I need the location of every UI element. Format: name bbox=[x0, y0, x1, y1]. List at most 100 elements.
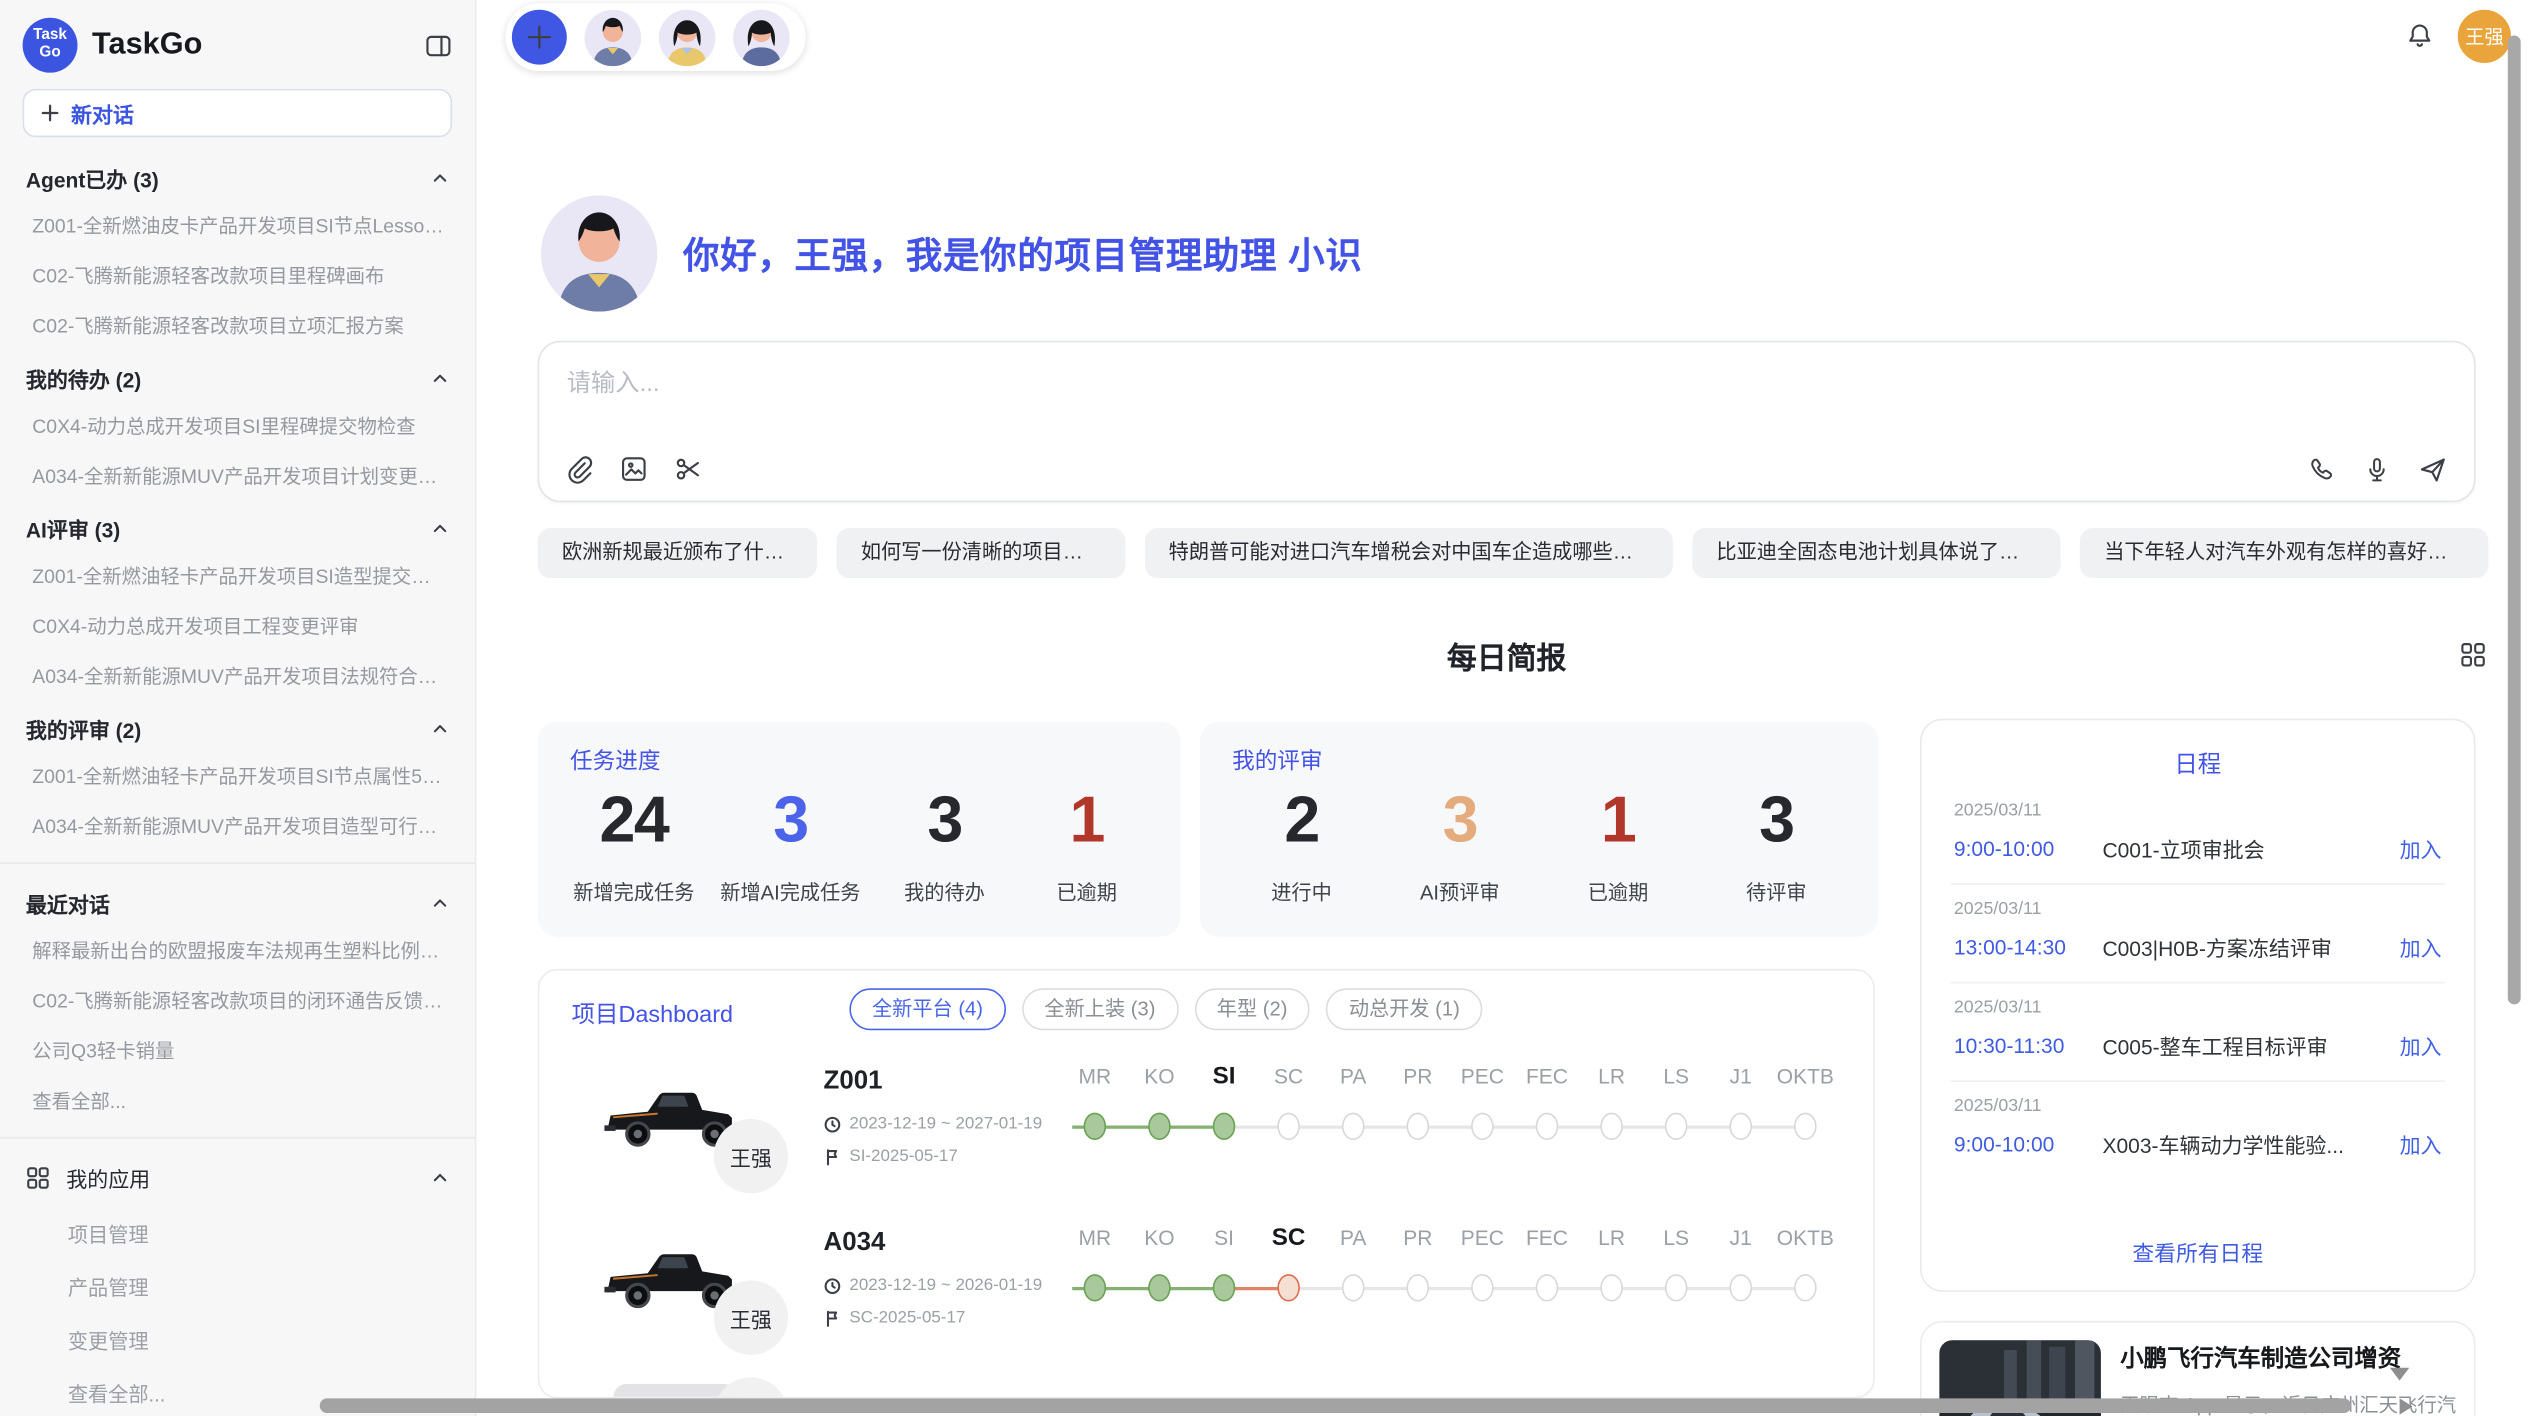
clock-icon bbox=[824, 1115, 842, 1133]
milestone-labels: MRKOSISCPAPRPECFECLRLSJ1OKTB bbox=[1063, 1058, 1870, 1097]
milestone-label: SI bbox=[1192, 1219, 1257, 1258]
divider bbox=[0, 862, 475, 864]
image-icon[interactable] bbox=[618, 454, 649, 485]
sidebar-section-header[interactable]: Agent已办 (3) bbox=[0, 150, 475, 200]
logo-line1: Task bbox=[33, 28, 67, 46]
schedule-name: C001-立项审批会 bbox=[2102, 833, 2386, 864]
member-avatar[interactable] bbox=[585, 9, 642, 66]
suggestion-chip[interactable]: 欧洲新规最近颁布了什么? bbox=[538, 528, 818, 578]
app-sub-item[interactable]: 变更管理 bbox=[0, 1313, 475, 1366]
sidebar-section-header[interactable]: 我的评审 (2) bbox=[0, 701, 475, 751]
app-sub-item[interactable]: 产品管理 bbox=[0, 1260, 475, 1313]
project-dates: 2023-12-19 ~ 2026-01-19 bbox=[824, 1276, 1043, 1295]
app-sub-item[interactable]: 项目管理 bbox=[0, 1206, 475, 1259]
suggestion-chip[interactable]: 当下年轻人对汽车外观有怎样的喜好趋势 bbox=[2080, 528, 2488, 578]
scissors-icon[interactable] bbox=[673, 454, 704, 485]
milestone-dot bbox=[1729, 1113, 1752, 1140]
project-dates: 2023-12-19 ~ 2027-01-19 bbox=[824, 1114, 1043, 1133]
apps-grid-icon bbox=[26, 1166, 50, 1190]
chat-input-placeholder: 请输入... bbox=[567, 365, 660, 399]
scroll-right-arrow[interactable] bbox=[2400, 1398, 2413, 1414]
stat-value: 24 bbox=[600, 788, 669, 853]
sidebar-task-item[interactable]: A034-全新新能源MUV产品开发项目计划变更表编写 bbox=[0, 451, 475, 501]
dashboard-filter-chip[interactable]: 全新平台 (4) bbox=[849, 988, 1005, 1030]
layout-grid-icon[interactable] bbox=[2459, 641, 2486, 668]
member-avatar[interactable] bbox=[659, 9, 716, 66]
sidebar-section-header[interactable]: 我的待办 (2) bbox=[0, 350, 475, 400]
sidebar-task-item[interactable]: A034-全新新能源MUV产品开发项目法规符合性评审 bbox=[0, 651, 475, 701]
sidebar-task-item[interactable]: C02-飞腾新能源轻客改款项目里程碑画布 bbox=[0, 250, 475, 300]
milestone-track: MRKOSISCPAPRPECFECLRLSJ1OKTB bbox=[1063, 1219, 1870, 1335]
stat-value: 3 bbox=[773, 788, 807, 853]
sidebar-task-item[interactable]: Z001-全新燃油轻卡产品开发项目SI造型提交物评审 bbox=[0, 551, 475, 601]
join-link[interactable]: 加入 bbox=[2387, 1129, 2442, 1160]
recent-conversation-item[interactable]: 解释最新出台的欧盟报废车法规再生塑料比例被调至15%... bbox=[0, 925, 475, 975]
milestone-label: PA bbox=[1321, 1219, 1386, 1258]
project-row[interactable]: 王强A0342023-12-19 ~ 2026-01-19SC-2025-05-… bbox=[539, 1216, 1874, 1377]
paperclip-icon[interactable] bbox=[564, 454, 595, 485]
view-all-conversations[interactable]: 查看全部... bbox=[0, 1075, 475, 1125]
suggestion-chip[interactable]: 比亚迪全固态电池计划具体说了什么 bbox=[1692, 528, 2060, 578]
stats-row: 24新增完成任务3新增AI完成任务3我的待办1已逾期 bbox=[538, 788, 1181, 906]
dashboard-filter-chip[interactable]: 动总开发 (1) bbox=[1326, 988, 1482, 1030]
my-apps-label: 我的应用 bbox=[66, 1163, 415, 1194]
milestone-dot bbox=[1665, 1274, 1688, 1301]
join-link[interactable]: 加入 bbox=[2387, 833, 2442, 864]
app-title: TaskGo bbox=[92, 27, 410, 63]
recent-conversation-item[interactable]: C02-飞腾新能源轻客改款项目的闭环通告反馈情况 bbox=[0, 975, 475, 1025]
stat-label: AI预评审 bbox=[1420, 875, 1500, 906]
milestone-label: LS bbox=[1644, 1058, 1709, 1097]
join-link[interactable]: 加入 bbox=[2387, 1030, 2442, 1061]
sidebar-section-header[interactable]: AI评审 (3) bbox=[0, 501, 475, 551]
sidebar-item-my-apps[interactable]: 我的应用 bbox=[0, 1150, 475, 1207]
daily-brief-title: 每日简报 bbox=[538, 636, 2476, 678]
recent-conversation-item[interactable]: 公司Q3轻卡销量 bbox=[0, 1025, 475, 1075]
sidebar-task-item[interactable]: Z001-全新燃油皮卡产品开发项目SI节点Lesson Learn报告 bbox=[0, 200, 475, 250]
schedule-item: 2025/03/119:00-10:00C001-立项审批会加入 bbox=[1951, 786, 2445, 885]
scroll-down-arrow[interactable] bbox=[2390, 1368, 2409, 1381]
project-dashboard-card: 项目Dashboard 全新平台 (4)全新上装 (3)年型 (2)动总开发 (… bbox=[538, 969, 1875, 1399]
horizontal-scrollbar[interactable] bbox=[320, 1398, 2351, 1413]
sidebar-task-item[interactable]: C0X4-动力总成开发项目工程变更评审 bbox=[0, 601, 475, 651]
sidebar-task-item[interactable]: C02-飞腾新能源轻客改款项目立项汇报方案 bbox=[0, 300, 475, 350]
join-link[interactable]: 加入 bbox=[2387, 932, 2442, 963]
stat-label: 待评审 bbox=[1746, 875, 1807, 906]
project-row[interactable]: 王强Z0012023-12-19 ~ 2027-01-19SI-2025-05-… bbox=[539, 1054, 1874, 1215]
schedule-item: 2025/03/1113:00-14:30C003|H0B-方案冻结评审加入 bbox=[1951, 885, 2445, 984]
milestone-dot bbox=[1600, 1274, 1623, 1301]
collapse-sidebar-icon[interactable] bbox=[425, 31, 452, 58]
app-logo: Task Go bbox=[23, 18, 78, 73]
milestone-label: FEC bbox=[1515, 1058, 1580, 1097]
suggestion-chip[interactable]: 特朗普可能对进口汽车增税会对中国车企造成哪些影响 bbox=[1144, 528, 1672, 578]
chat-input-box[interactable]: 请输入... bbox=[538, 341, 2476, 502]
sidebar-section-header[interactable]: 最近对话 bbox=[0, 875, 475, 925]
sidebar-task-item[interactable]: A034-全新新能源MUV产品开发项目造型可行性评审 bbox=[0, 801, 475, 851]
stat-label: 已逾期 bbox=[1588, 875, 1649, 906]
user-avatar[interactable]: 王强 bbox=[2458, 10, 2511, 63]
stat-label: 新增AI完成任务 bbox=[720, 875, 860, 906]
vertical-scrollbar[interactable] bbox=[2508, 36, 2521, 1005]
view-all-schedule-link[interactable]: 查看所有日程 bbox=[1922, 1235, 2474, 1267]
member-avatar[interactable] bbox=[733, 9, 790, 66]
schedule-row: 9:00-10:00C001-立项审批会加入 bbox=[1954, 833, 2442, 864]
notifications-bell-icon[interactable] bbox=[2404, 21, 2435, 52]
new-chat-button[interactable]: 新对话 bbox=[23, 89, 453, 137]
send-icon[interactable] bbox=[2417, 454, 2448, 485]
milestone-label: MR bbox=[1063, 1219, 1128, 1258]
sidebar-task-item[interactable]: C0X4-动力总成开发项目SI里程碑提交物检查 bbox=[0, 400, 475, 450]
milestone-dot bbox=[1471, 1113, 1494, 1140]
microphone-icon[interactable] bbox=[2362, 455, 2391, 484]
milestone-label: SC bbox=[1256, 1058, 1321, 1097]
schedule-row: 10:30-11:30C005-整车工程目标评审加入 bbox=[1954, 1030, 2442, 1061]
milestone-label: OKTB bbox=[1773, 1219, 1838, 1258]
schedule-time: 13:00-14:30 bbox=[1954, 935, 2103, 959]
phone-icon[interactable] bbox=[2308, 455, 2337, 484]
sidebar-body: Agent已办 (3)Z001-全新燃油皮卡产品开发项目SI节点Lesson L… bbox=[0, 147, 475, 1416]
sidebar-task-item[interactable]: Z001-全新燃油轻卡产品开发项目SI节点属性5D文件评审 bbox=[0, 751, 475, 801]
dashboard-filter-chip[interactable]: 全新上装 (3) bbox=[1022, 988, 1178, 1030]
project-dates-text: 2023-12-19 ~ 2027-01-19 bbox=[849, 1114, 1042, 1133]
suggestion-chip[interactable]: 如何写一份清晰的项目周报 bbox=[837, 528, 1125, 578]
app-root: Task Go TaskGo 新对话 Agent已办 (3)Z001-全新燃油皮… bbox=[0, 0, 2532, 1416]
add-member-button[interactable] bbox=[512, 10, 567, 65]
dashboard-filter-chip[interactable]: 年型 (2) bbox=[1194, 988, 1310, 1030]
